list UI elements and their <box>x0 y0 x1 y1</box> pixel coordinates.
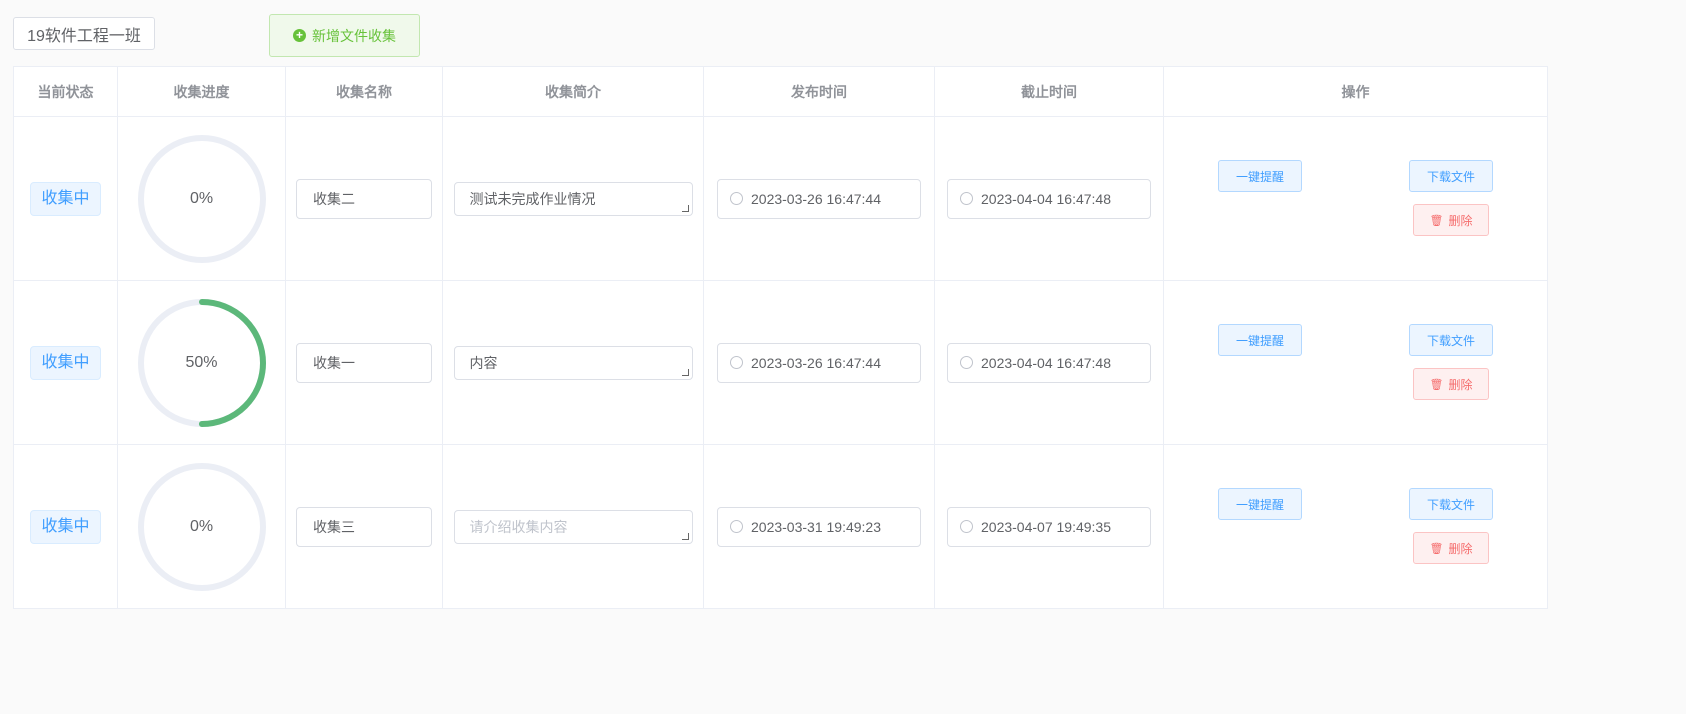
header-intro: 收集简介 <box>442 66 704 117</box>
header-publish-time: 发布时间 <box>703 66 935 117</box>
status-tag: 收集中 <box>30 181 101 216</box>
deadline-picker[interactable]: 2023-04-04 16:47:48 <box>947 178 1151 219</box>
table-row: 收集中 0% 收集三 请介绍收集内容 2023-03-31 19:49:23 2… <box>13 444 1548 609</box>
trash-icon: 🗑 <box>1429 214 1444 227</box>
header-actions: 操作 <box>1163 66 1548 117</box>
trash-icon: 🗑 <box>1429 542 1444 555</box>
delete-label: 删除 <box>1448 377 1473 392</box>
remind-button[interactable]: 一键提醒 <box>1218 488 1302 520</box>
intro-textarea[interactable]: 请介绍收集内容 <box>453 509 693 544</box>
delete-label: 删除 <box>1448 213 1473 228</box>
add-collection-label: 新增文件收集 <box>312 27 396 44</box>
publish-time-picker[interactable]: 2023-03-26 16:47:44 <box>717 178 921 219</box>
intro-textarea[interactable]: 测试未完成作业情况 <box>453 181 693 216</box>
delete-label: 删除 <box>1448 541 1473 556</box>
publish-time-picker[interactable]: 2023-03-31 19:49:23 <box>717 506 921 547</box>
deadline-picker[interactable]: 2023-04-07 19:49:35 <box>947 506 1151 547</box>
clock-icon <box>730 520 743 533</box>
status-tag: 收集中 <box>30 345 101 380</box>
deadline-value: 2023-04-04 16:47:48 <box>981 190 1111 207</box>
publish-time-value: 2023-03-26 16:47:44 <box>751 354 881 371</box>
progress-label: 0% <box>189 517 214 535</box>
download-button[interactable]: 下载文件 <box>1409 160 1493 192</box>
plus-circle-icon: + <box>293 29 306 42</box>
progress-circle: 0% <box>136 461 268 593</box>
publish-time-picker[interactable]: 2023-03-26 16:47:44 <box>717 342 921 383</box>
clock-icon <box>960 192 973 205</box>
name-input[interactable]: 收集三 <box>296 506 432 547</box>
deadline-picker[interactable]: 2023-04-04 16:47:48 <box>947 342 1151 383</box>
publish-time-value: 2023-03-31 19:49:23 <box>751 518 881 535</box>
class-selector[interactable]: 19软件工程一班 <box>13 17 155 50</box>
status-tag: 收集中 <box>30 509 101 544</box>
name-input[interactable]: 收集二 <box>296 178 432 219</box>
progress-label: 50% <box>185 353 218 371</box>
trash-icon: 🗑 <box>1429 378 1444 391</box>
remind-button[interactable]: 一键提醒 <box>1218 324 1302 356</box>
remind-button[interactable]: 一键提醒 <box>1218 160 1302 192</box>
progress-label: 0% <box>189 189 214 207</box>
progress-circle: 50% <box>136 297 268 429</box>
header-deadline: 截止时间 <box>934 66 1164 117</box>
table-row: 收集中 50% 收集一 内容 2023-03-26 16:47:44 2023-… <box>13 280 1548 445</box>
header-status: 当前状态 <box>13 66 118 117</box>
progress-circle: 0% <box>136 133 268 265</box>
deadline-value: 2023-04-04 16:47:48 <box>981 354 1111 371</box>
table-header: 当前状态 收集进度 收集名称 收集简介 发布时间 截止时间 操作 <box>13 66 1548 117</box>
delete-button[interactable]: 🗑 删除 <box>1413 368 1489 400</box>
delete-button[interactable]: 🗑 删除 <box>1413 204 1489 236</box>
add-collection-button[interactable]: + 新增文件收集 <box>269 14 420 57</box>
clock-icon <box>960 520 973 533</box>
download-button[interactable]: 下载文件 <box>1409 488 1493 520</box>
delete-button[interactable]: 🗑 删除 <box>1413 532 1489 564</box>
download-button[interactable]: 下载文件 <box>1409 324 1493 356</box>
deadline-value: 2023-04-07 19:49:35 <box>981 518 1111 535</box>
clock-icon <box>730 192 743 205</box>
header-progress: 收集进度 <box>117 66 286 117</box>
clock-icon <box>730 356 743 369</box>
table-row: 收集中 0% 收集二 测试未完成作业情况 2023-03-26 16:47:44… <box>13 116 1548 281</box>
publish-time-value: 2023-03-26 16:47:44 <box>751 190 881 207</box>
name-input[interactable]: 收集一 <box>296 342 432 383</box>
intro-textarea[interactable]: 内容 <box>453 345 693 380</box>
clock-icon <box>960 356 973 369</box>
header-name: 收集名称 <box>285 66 443 117</box>
collection-table: 当前状态 收集进度 收集名称 收集简介 发布时间 截止时间 操作 收集中 0% … <box>13 66 1548 609</box>
